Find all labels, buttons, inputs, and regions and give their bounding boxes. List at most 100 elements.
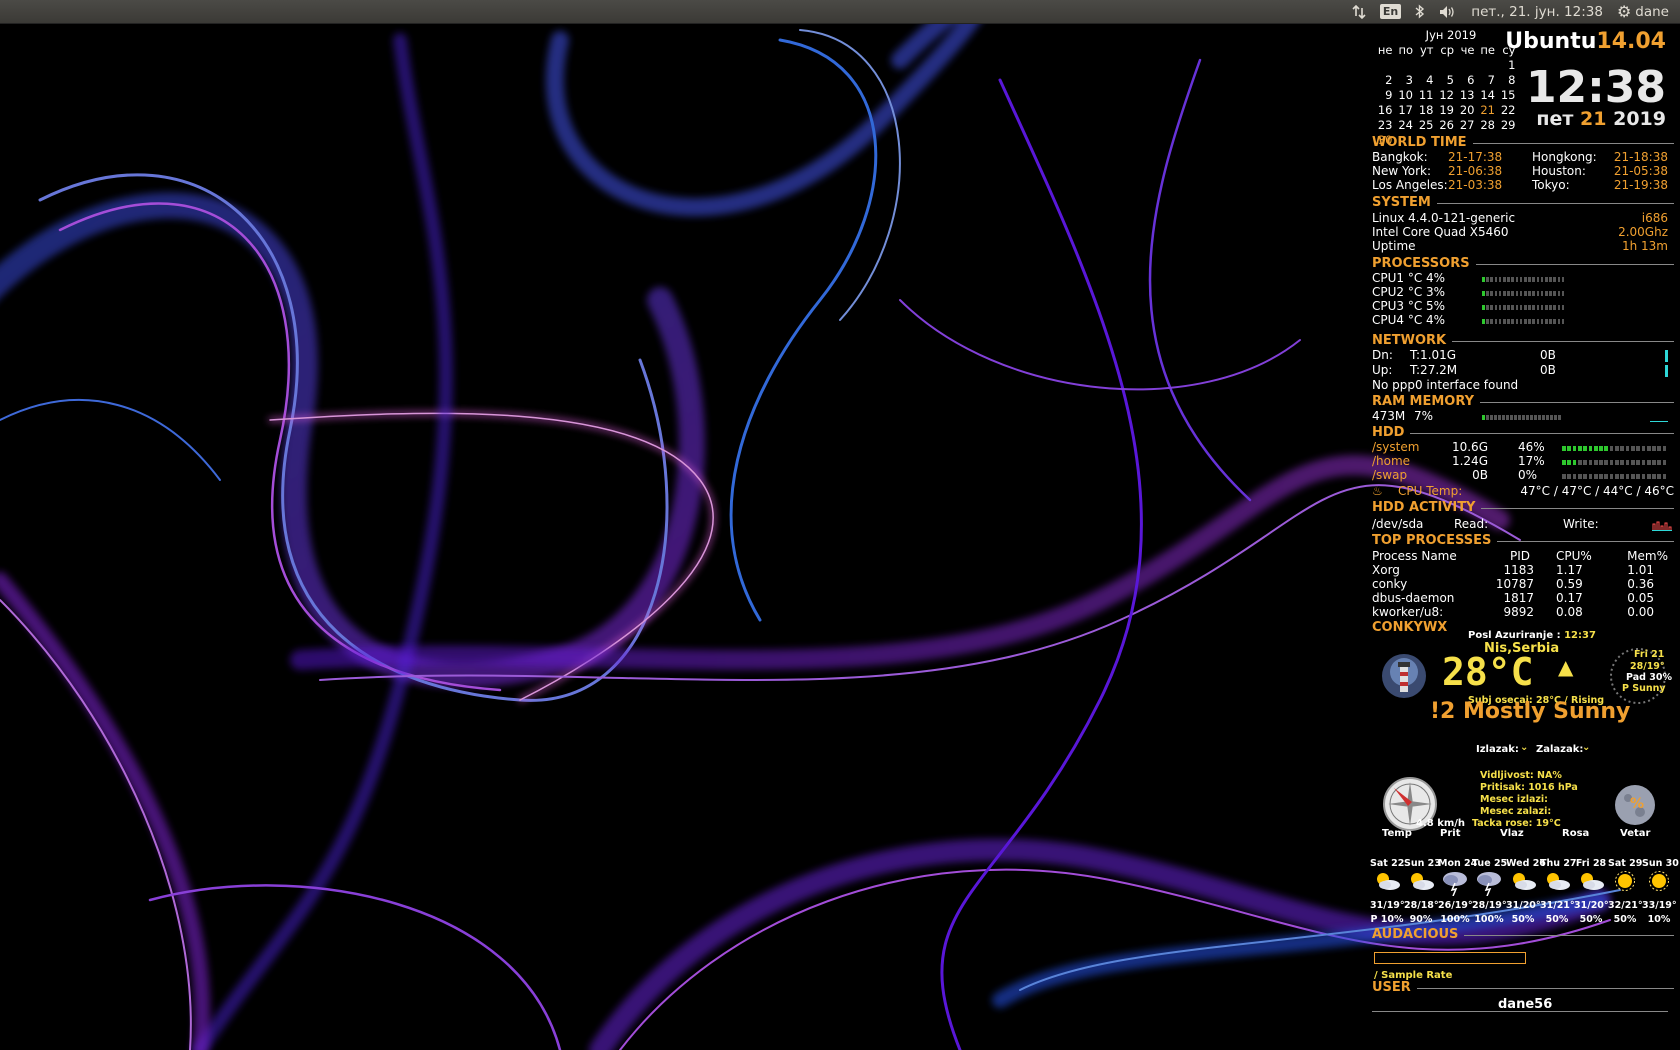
calendar-weekday: че [1460,43,1475,57]
keyboard-language-indicator[interactable]: En [1379,4,1402,19]
section-processors: PROCESSORS [1372,256,1674,271]
partly-sunny-icon [1574,870,1608,896]
distro-label: Ubuntu14.04 [1505,31,1666,53]
session-menu[interactable]: ⚙ dane [1617,2,1669,21]
city: Tokyo: [1532,178,1570,192]
header-cpu: CPU% [1556,549,1592,563]
forecast-day: Mon 24 [1438,858,1478,869]
forecast-precip: 100% [1440,914,1470,925]
mount-name: /system [1372,440,1420,454]
forecast-day: Sun 23 [1404,858,1441,869]
calendar-weekdays: не по ут ср че пе су [1372,43,1520,58]
net-up-graph [1665,365,1668,377]
ram-graph [1650,421,1668,422]
city-time: 21-17:38 [1448,150,1503,164]
section-audacious: AUDACIOUS [1372,927,1674,942]
moon-phase-glyph: % [1630,796,1645,812]
forecast-temp: 28/19° [1472,900,1507,911]
ppp-status: No ppp0 interface found [1372,378,1519,392]
clock-date: пет 21 2019 [1536,110,1666,129]
cpu-label: CPU3 °C 5% [1372,299,1446,313]
weather-graph-label: Rosa [1562,828,1590,839]
section-title: NETWORK [1372,333,1447,348]
calendar-day: 13 [1459,88,1475,102]
mount-bar [1562,446,1668,451]
cpu-row: CPU3 °C 5% [1372,299,1674,314]
city: Houston: [1532,164,1586,178]
kernel: Linux 4.4.0-121-generic [1372,211,1516,225]
clock-indicator[interactable]: пет., 21. јун. 12:38 [1471,4,1603,20]
bluetooth-icon[interactable] [1415,4,1425,19]
city: Bangkok: [1372,150,1428,164]
weather-graph-label: Vetar [1620,828,1651,839]
forecast-day: Tue 25 [1472,858,1508,869]
cpu-temp: 47°C / 47°C / 44°C / 46°C [1520,484,1674,498]
storm-icon [1438,870,1472,897]
calendar-week: 1 [1372,58,1520,73]
calendar-day: 24 [1398,118,1413,132]
calendar-day: 6 [1467,73,1475,87]
process-mem: 0.36 [1627,577,1654,591]
hdd-device: /dev/sda [1372,517,1424,531]
sunrise-label: Izlazak: [1476,744,1519,755]
distro-name: Ubuntu [1505,29,1597,54]
network-icon[interactable] [1352,4,1366,19]
section-world-time: WORLD TIME [1372,135,1674,150]
cpu-temp-row: ♨ CPU Temp: 47°C / 47°C / 44°C / 46°C [1372,484,1674,499]
forecast-day: Wed 26 [1506,858,1546,869]
weather-graph-label: Prit [1440,828,1461,839]
city: Los Angeles: [1372,178,1448,192]
forecast-temp: 26/19° [1438,900,1473,911]
hdd-write-label: Write: [1563,517,1599,531]
calendar-day: 7 [1487,73,1495,87]
calendar-day: 3 [1405,73,1413,87]
weather-temp: 28°C [1442,650,1534,694]
calendar-day: 11 [1418,88,1434,102]
calendar-weekday: не [1377,43,1393,57]
calendar-weekday: ут [1419,43,1434,57]
calendar-day: 29 [1500,118,1516,132]
process-cpu: 1.17 [1556,563,1583,577]
today-cond: P Sunny [1622,683,1666,694]
forecast-day: Thu 27 [1540,858,1577,869]
lighthouse-icon [1380,652,1428,704]
section-title: HDD ACTIVITY [1372,500,1476,515]
section-top-processes: TOP PROCESSES [1372,533,1674,548]
calendar-day: 23 [1377,118,1393,132]
city-time: 21-18:38 [1613,150,1668,164]
calendar-day: 2 [1385,73,1393,87]
network-ppp-row: No ppp0 interface found [1372,378,1674,393]
calendar-day: 1 [1508,58,1516,72]
section-hdd: HDD [1372,425,1674,440]
section-title: AUDACIOUS [1372,927,1459,942]
section-title: SYSTEM [1372,195,1431,210]
mount-size: 1.24G [1451,454,1488,468]
process-mem: 0.00 [1627,605,1654,619]
process-cpu: 0.17 [1556,591,1583,605]
calendar-day: 5 [1446,73,1454,87]
calendar-day: 27 [1459,118,1475,132]
world-time-row: New York: 21-06:38 Houston: 21-05:38 [1372,164,1674,179]
calendar-day [1434,58,1455,73]
mount-percent: 17% [1518,454,1545,468]
calendar-week: 2345678 [1372,73,1520,88]
mount-percent: 0% [1518,468,1538,482]
process-pid: 10787 [1495,577,1534,591]
sunset-arrow-icon: ⌄ [1582,742,1591,753]
user-name-label: dane56 [1498,997,1553,1012]
process-row: dbus-daemon 1817 0.17 0.05 [1372,591,1674,606]
cpu-row: CPU4 °C 4% [1372,313,1674,328]
section-title: PROCESSORS [1372,256,1470,271]
world-time-row: Bangkok: 21-17:38 Hongkong: 21-18:38 [1372,150,1674,165]
mount-size: 0B [1472,468,1488,482]
calendar-day: 16 [1377,103,1393,117]
calendar-day [1413,58,1434,73]
cpu-freq: 2.00Ghz [1618,225,1668,239]
sunset-label: Zalazak: [1536,744,1584,755]
mount-percent: 46% [1518,440,1545,454]
partly-sunny-icon [1540,870,1574,896]
forecast-precip: P 10% [1370,914,1404,925]
section-network: NETWORK [1372,333,1674,348]
volume-icon[interactable] [1439,5,1457,19]
uptime-label: Uptime [1372,239,1416,253]
